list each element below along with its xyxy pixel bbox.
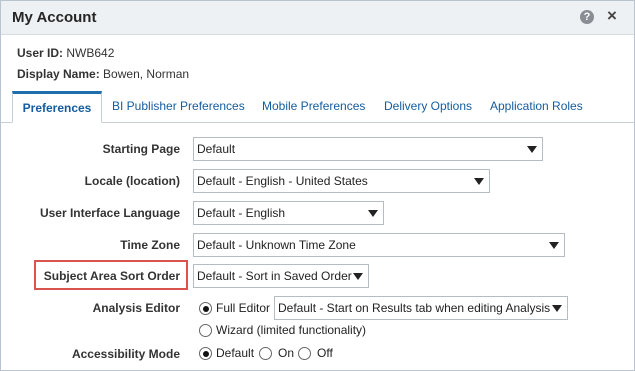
help-icon[interactable]: ? [580,10,594,24]
analysis-editor-label: Analysis Editor [92,301,180,315]
full-editor-select[interactable]: Default - Start on Results tab when edit… [274,296,568,320]
tab-application-roles[interactable]: Application Roles [490,92,583,121]
chevron-down-icon [353,273,363,280]
chevron-down-icon [474,178,484,185]
accessibility-default-label: Default [216,346,255,360]
locale-select[interactable]: Default - English - United States [193,169,490,193]
wizard-label: Wizard (limited functionality) [216,323,367,337]
locale-label: Locale (location) [84,174,180,188]
time-zone-value: Default - Unknown Time Zone [197,238,356,252]
accessibility-on-radio[interactable] [259,347,272,360]
wizard-radio[interactable] [199,324,212,337]
ui-language-select[interactable]: Default - English [193,201,384,225]
accessibility-off-radio[interactable] [298,347,311,360]
dialog-titlebar: My Account ? × [1,1,634,35]
display-name-line: Display Name: Bowen, Norman [17,67,189,81]
time-zone-select[interactable]: Default - Unknown Time Zone [193,233,565,257]
user-id-line: User ID: NWB642 [17,46,114,60]
tab-mobile-preferences[interactable]: Mobile Preferences [262,92,365,121]
user-id-label: User ID: [17,46,64,60]
full-editor-label: Full Editor [216,301,271,315]
chevron-down-icon [552,305,562,312]
starting-page-label: Starting Page [102,142,180,156]
subject-area-sort-label: Subject Area Sort Order [43,269,180,283]
full-editor-radio[interactable] [199,302,212,315]
accessibility-off-label: Off [317,346,333,360]
tab-bi-publisher-preferences[interactable]: BI Publisher Preferences [112,92,245,121]
user-id-value: NWB642 [66,46,115,60]
starting-page-select[interactable]: Default [193,137,543,161]
dialog-title: My Account [12,9,97,26]
chevron-down-icon [527,146,537,153]
chevron-down-icon [368,210,378,217]
ui-language-label: User Interface Language [39,206,180,220]
tab-preferences[interactable]: Preferences [12,91,102,123]
my-account-dialog: My Account ? × User ID: NWB642 Display N… [0,0,635,371]
accessibility-on-label: On [278,346,295,360]
time-zone-label: Time Zone [120,238,180,252]
close-icon[interactable]: × [604,7,620,24]
starting-page-value: Default [197,142,236,156]
accessibility-default-radio[interactable] [199,347,212,360]
chevron-down-icon [549,242,559,249]
display-name-value: Bowen, Norman [103,67,190,81]
tab-bar: Preferences BI Publisher Preferences Mob… [1,91,634,123]
tab-delivery-options[interactable]: Delivery Options [384,92,472,121]
ui-language-value: Default - English [197,206,286,220]
full-editor-value: Default - Start on Results tab when edit… [278,301,551,315]
locale-value: Default - English - United States [197,174,368,188]
subject-area-sort-value: Default - Sort in Saved Order [197,269,352,283]
subject-area-sort-select[interactable]: Default - Sort in Saved Order [193,264,369,288]
accessibility-mode-label: Accessibility Mode [71,347,180,361]
display-name-label: Display Name: [17,67,100,81]
